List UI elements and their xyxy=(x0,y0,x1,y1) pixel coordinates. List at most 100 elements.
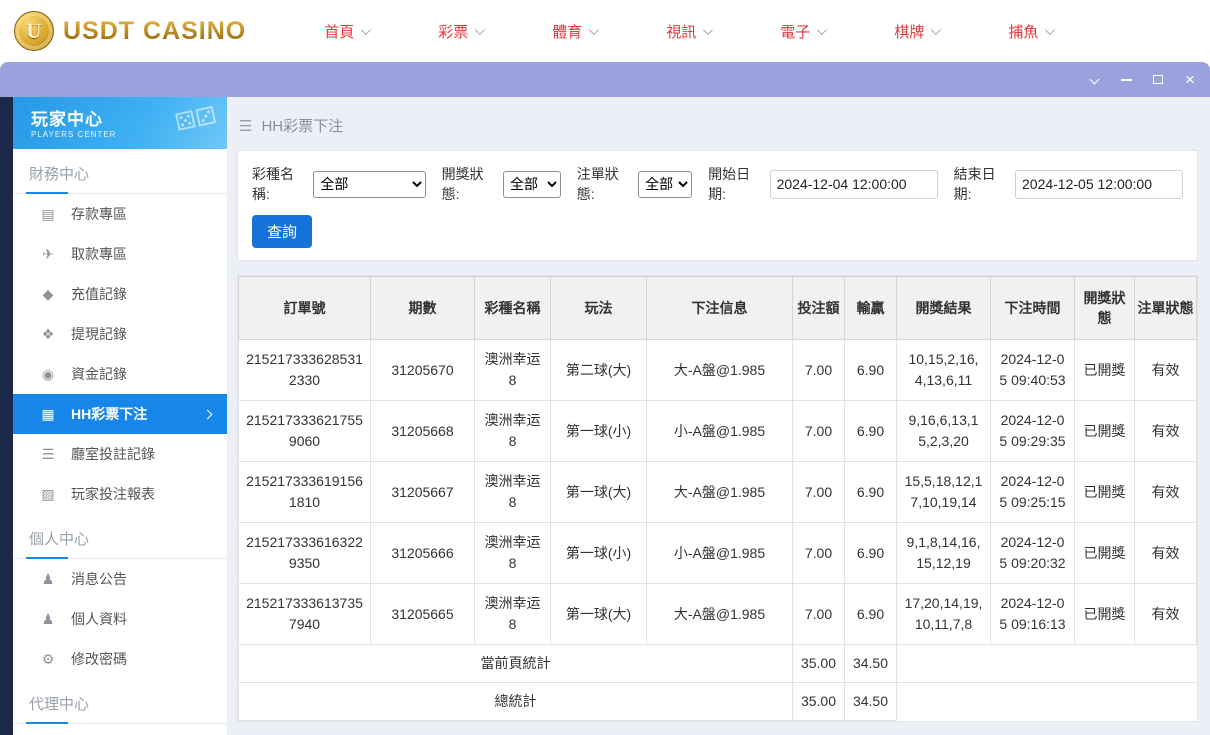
lottery-name-select[interactable]: 全部 xyxy=(313,170,426,198)
sidebar-item-hh-lottery-bet[interactable]: ▦ HH彩票下注 xyxy=(13,394,227,434)
site-logo[interactable]: U USDT CASINO xyxy=(14,11,246,51)
cell-bet-time: 2024-12-05 09:25:15 xyxy=(990,461,1075,523)
cell-win-loss: 6.90 xyxy=(844,583,897,645)
sidebar-item-player-bet-report[interactable]: ▨ 玩家投注報表 xyxy=(13,474,227,514)
cell-win-loss: 6.90 xyxy=(844,339,897,401)
nav-item-label: 捕魚 xyxy=(1008,23,1039,41)
sidebar-header: 玩家中心 PLAYERS CENTER ⚄⚂ xyxy=(13,97,227,149)
start-date-input[interactable] xyxy=(769,169,938,199)
cell-order-status: 有效 xyxy=(1134,522,1197,584)
nav-item-video[interactable]: 視訊 xyxy=(666,21,714,42)
sidebar-item-label: 取款專區 xyxy=(71,246,127,262)
sidebar-item-label: 個人資料 xyxy=(71,611,127,627)
nav-item-board-games[interactable]: 棋牌 xyxy=(894,21,942,42)
cell-draw-status: 已開獎 xyxy=(1074,339,1135,401)
chevron-down-icon xyxy=(703,24,714,35)
cell-bet-amount: 7.00 xyxy=(792,461,845,523)
column-header-draw-status: 開獎狀態 xyxy=(1074,276,1135,340)
cell-lottery-name: 澳洲幸运8 xyxy=(474,522,551,584)
cell-bet-amount: 7.00 xyxy=(792,400,845,462)
cell-order-status: 有效 xyxy=(1134,461,1197,523)
sidebar-section-title: 代理中心 xyxy=(13,693,227,724)
lottery-name-label: 彩種名稱: xyxy=(252,166,294,202)
sidebar-item-room-bet-record[interactable]: ☰ 廳室投註記錄 xyxy=(13,434,227,474)
bets-table: 訂單號 期數 彩種名稱 玩法 下注信息 投注額 輸贏 開獎結果 下注時間 開獎狀態 注單狀態 215… xyxy=(238,276,1197,721)
column-header-play: 玩法 xyxy=(550,276,647,340)
end-date-input[interactable] xyxy=(1015,169,1183,199)
draw-status-select[interactable]: 全部 xyxy=(503,170,561,198)
chevron-right-icon xyxy=(202,409,213,419)
cell-period: 31205665 xyxy=(370,583,475,645)
cell-draw-result: 9,1,8,14,16,15,12,19 xyxy=(896,522,991,584)
minimize-button[interactable] xyxy=(1110,62,1142,97)
cell-draw-status: 已開獎 xyxy=(1074,583,1135,645)
background-strip xyxy=(0,97,13,735)
cell-draw-result: 17,20,14,19,10,11,7,8 xyxy=(896,583,991,645)
order-status-select[interactable]: 全部 xyxy=(638,170,693,198)
sidebar-item-label: HH彩票下注 xyxy=(71,406,148,422)
withdrawal-record-icon: ❖ xyxy=(41,325,55,342)
sidebar-item-announcements[interactable]: ♟ 消息公告 xyxy=(13,559,227,599)
cell-bet-info: 小-A盤@1.985 xyxy=(646,400,793,462)
nav-item-home[interactable]: 首頁 xyxy=(324,21,372,42)
summary-win-total: 34.50 xyxy=(844,644,897,683)
sidebar-item-withdrawal-record[interactable]: ❖ 提現記錄 xyxy=(13,314,227,354)
sidebar-item-funds-record[interactable]: ◉ 資金記錄 xyxy=(13,354,227,394)
grand-total-summary-row: 總統計 35.00 34.50 xyxy=(238,682,1197,721)
maximize-button[interactable] xyxy=(1142,62,1174,97)
cell-win-loss: 6.90 xyxy=(844,522,897,584)
hamburger-icon[interactable]: ☰ xyxy=(239,117,252,135)
nav-item-label: 首頁 xyxy=(324,23,355,41)
cell-order-status: 有效 xyxy=(1134,339,1197,401)
nav-item-slots[interactable]: 電子 xyxy=(780,21,828,42)
sidebar-item-profile[interactable]: ♟ 個人資料 xyxy=(13,599,227,639)
cell-bet-time: 2024-12-05 09:40:53 xyxy=(990,339,1075,401)
nav-item-fishing[interactable]: 捕魚 xyxy=(1008,21,1056,42)
deposit-icon: ▤ xyxy=(41,205,55,222)
nav-item-label: 彩票 xyxy=(438,23,469,41)
cell-draw-result: 9,16,6,13,15,2,3,20 xyxy=(896,400,991,462)
cell-order-id: 2152173336285312330 xyxy=(238,339,371,401)
chevron-down-icon xyxy=(589,24,600,35)
cell-lottery-name: 澳洲幸运8 xyxy=(474,461,551,523)
top-site-bar: U USDT CASINO 首頁 彩票 體育 視訊 電子 棋牌 捕魚 xyxy=(0,0,1210,62)
summary-bet-total: 35.00 xyxy=(792,644,845,683)
cell-order-status: 有效 xyxy=(1134,400,1197,462)
maximize-icon xyxy=(1153,75,1163,84)
breadcrumb: ☰ HH彩票下注 xyxy=(237,111,1198,150)
table-header-row: 訂單號 期數 彩種名稱 玩法 下注信息 投注額 輸贏 開獎結果 下注時間 開獎狀態 注單狀態 xyxy=(238,276,1197,340)
close-button[interactable]: × xyxy=(1174,62,1206,97)
search-button[interactable]: 查詢 xyxy=(252,215,313,248)
table-row: 2152173336217559060 31205668 澳洲幸运8 第一球(小) 小-… xyxy=(238,400,1197,462)
sidebar-item-withdraw[interactable]: ✈ 取款專區 xyxy=(13,234,227,274)
nav-item-lottery[interactable]: 彩票 xyxy=(438,21,486,42)
cell-draw-status: 已開獎 xyxy=(1074,400,1135,462)
cell-order-id: 2152173336191561810 xyxy=(238,461,371,523)
cell-lottery-name: 澳洲幸运8 xyxy=(474,339,551,401)
chevron-down-icon xyxy=(1089,74,1099,85)
site-logo-text: USDT CASINO xyxy=(63,16,247,45)
column-header-lottery-name: 彩種名稱 xyxy=(474,276,551,340)
recharge-record-icon: ◆ xyxy=(42,285,54,302)
cell-draw-result: 10,15,2,16,4,13,6,11 xyxy=(896,339,991,401)
window-body: 玩家中心 PLAYERS CENTER ⚄⚂ 財務中心 ▤ 存款專區 ✈ 取款專區 ◆ 充值… xyxy=(0,97,1210,735)
cell-draw-status: 已開獎 xyxy=(1074,461,1135,523)
cell-draw-status: 已開獎 xyxy=(1074,522,1135,584)
current-page-summary-row: 當前頁統計 35.00 34.50 xyxy=(238,644,1197,683)
sidebar-item-change-password[interactable]: ⚙ 修改密碼 xyxy=(13,639,227,679)
nav-item-label: 電子 xyxy=(780,23,811,41)
table-row: 2152173336163229350 31205666 澳洲幸运8 第一球(小) 小-… xyxy=(238,522,1197,584)
sidebar-item-deposit[interactable]: ▤ 存款專區 xyxy=(13,194,227,234)
column-header-order-status: 注單狀態 xyxy=(1134,276,1197,340)
draw-status-label: 開獎狀態: xyxy=(441,166,484,202)
nav-item-label: 視訊 xyxy=(666,23,697,41)
cell-bet-info: 大-A盤@1.985 xyxy=(646,339,793,401)
sidebar-item-recharge-record[interactable]: ◆ 充值記錄 xyxy=(13,274,227,314)
nav-item-sports[interactable]: 體育 xyxy=(552,21,600,42)
table-row: 2152173336285312330 31205670 澳洲幸运8 第二球(大) 大-… xyxy=(238,339,1197,401)
sidebar-item-label: 玩家投注報表 xyxy=(71,486,155,502)
nav-item-label: 棋牌 xyxy=(894,23,925,41)
collapse-button[interactable] xyxy=(1078,62,1110,97)
cell-bet-amount: 7.00 xyxy=(792,522,845,584)
profile-icon: ♟ xyxy=(41,610,55,627)
